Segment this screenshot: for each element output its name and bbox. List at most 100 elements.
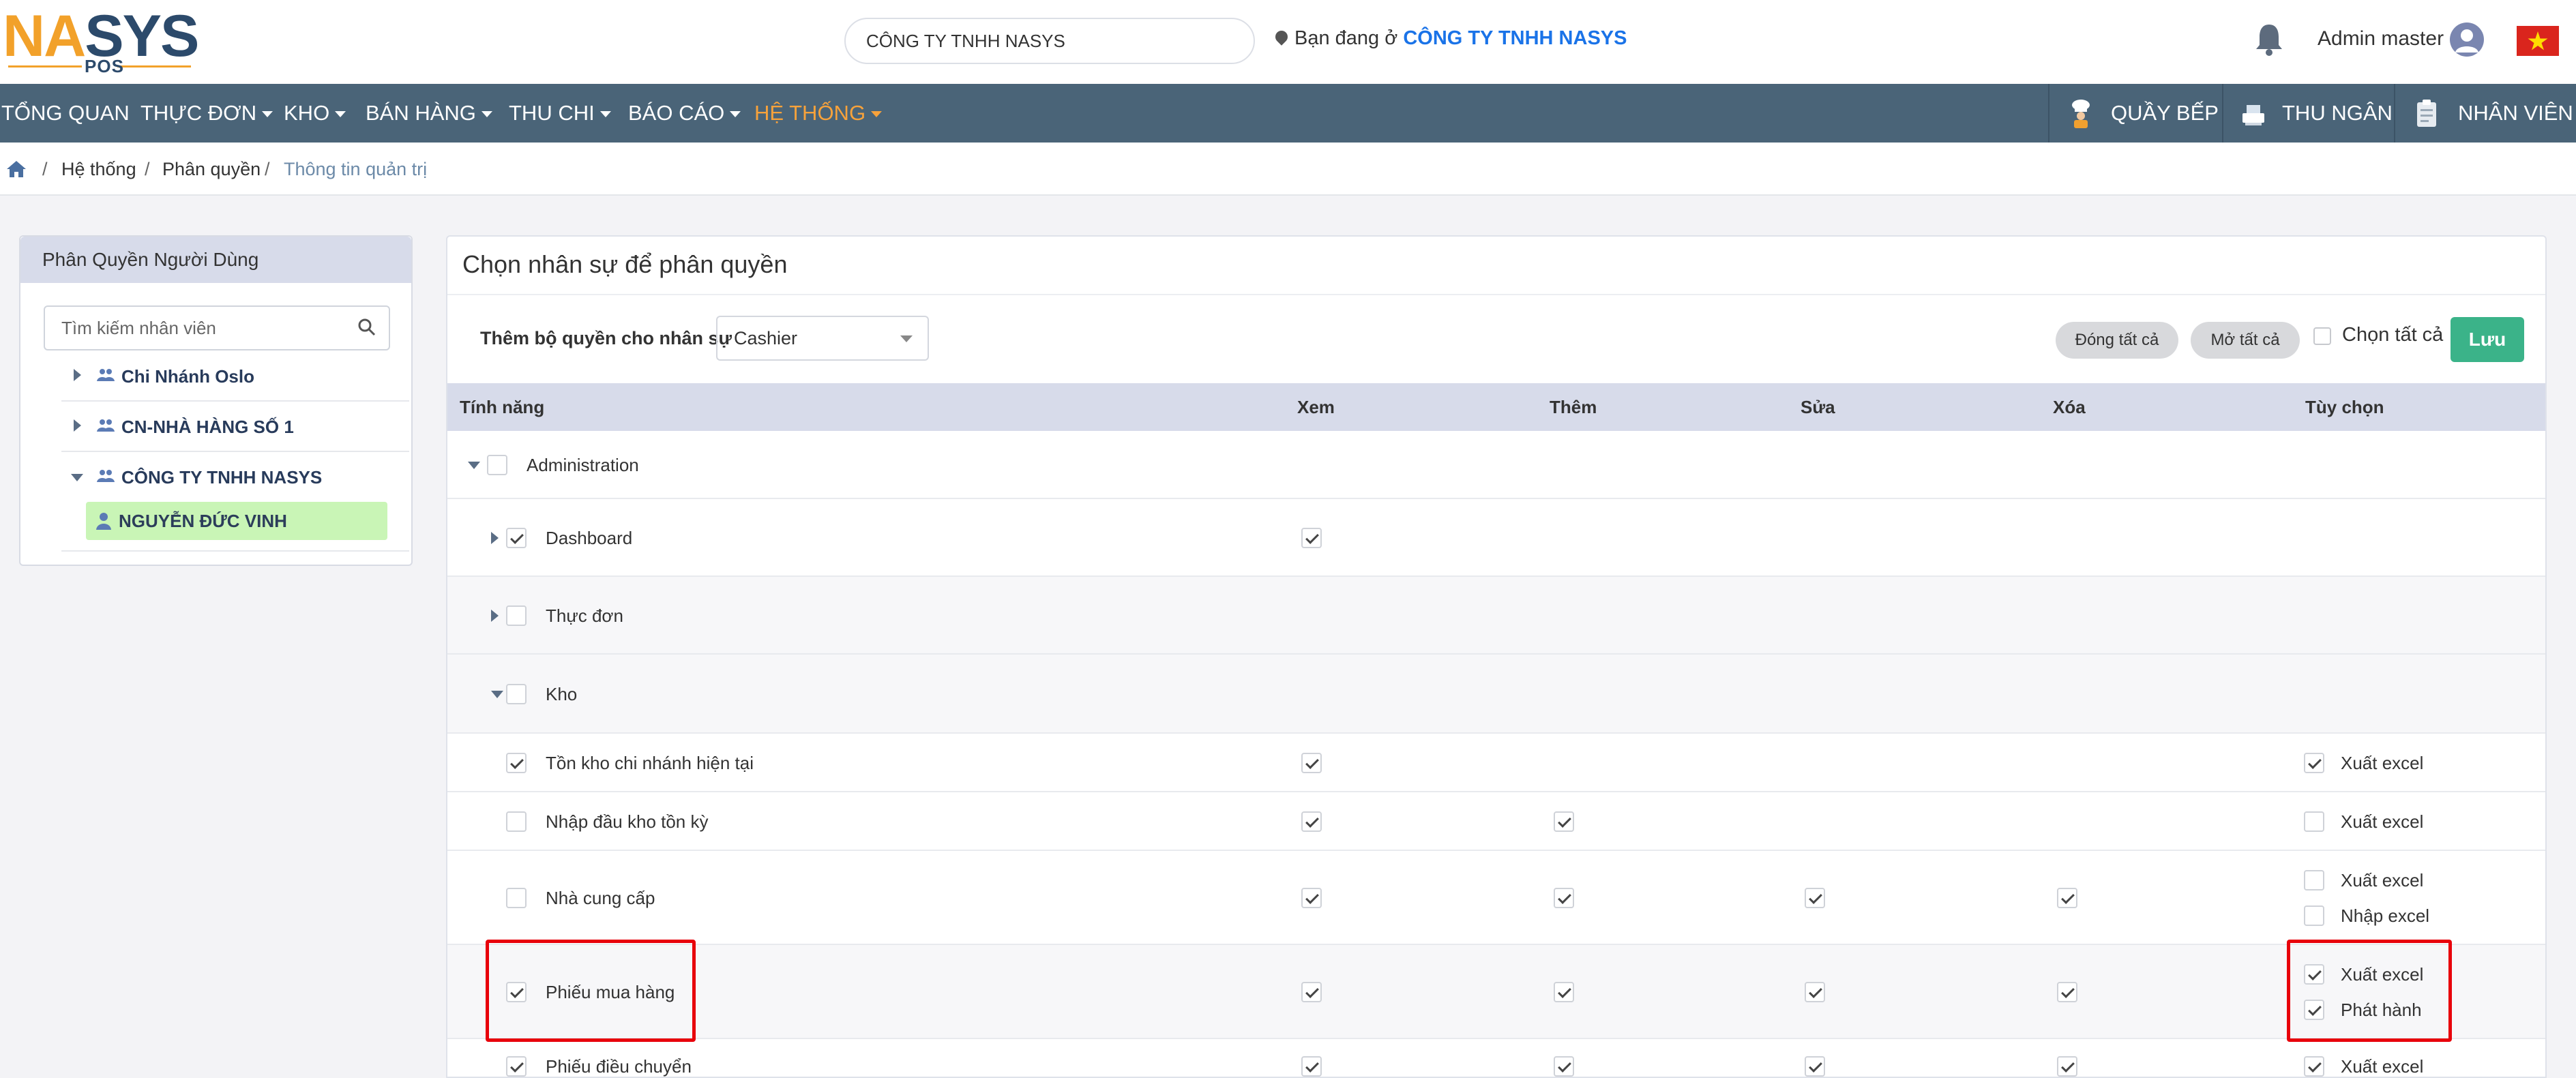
- collapse-arrow-icon[interactable]: [491, 691, 503, 698]
- option-checkbox[interactable]: [2304, 870, 2324, 890]
- expand-all-button[interactable]: Mở tất cả: [2191, 322, 2300, 359]
- option-checkbox[interactable]: [2304, 753, 2324, 773]
- nav-nhan-vien[interactable]: NHÂN VIÊN: [2394, 84, 2576, 143]
- view-checkbox[interactable]: [1301, 528, 1322, 548]
- group-icon: [97, 369, 115, 381]
- breadcrumb: / Hệ thống / Phân quyền / Thông tin quản…: [0, 143, 2576, 196]
- view-checkbox[interactable]: [1301, 982, 1322, 1002]
- caret-down-icon: [730, 111, 741, 117]
- feature-label: Administration: [527, 455, 639, 475]
- role-select[interactable]: Cashier: [716, 316, 929, 361]
- bell-icon[interactable]: [2254, 22, 2284, 56]
- delete-checkbox[interactable]: [2057, 982, 2077, 1002]
- edit-checkbox[interactable]: [1805, 1056, 1825, 1077]
- tree-branch-oslo[interactable]: Chi Nhánh Oslo: [55, 353, 409, 402]
- table-row: Nhà cung cấp Xuất excel Nhập excel: [447, 851, 2545, 945]
- tree-branch-label: Chi Nhánh Oslo: [121, 366, 254, 387]
- breadcrumb-he-thong[interactable]: Hệ thống: [61, 159, 136, 180]
- feature-label: Tồn kho chi nhánh hiện tại: [546, 753, 754, 773]
- add-checkbox[interactable]: [1554, 982, 1574, 1002]
- expand-arrow-icon[interactable]: [74, 369, 81, 381]
- view-checkbox[interactable]: [1301, 888, 1322, 908]
- expand-arrow-icon[interactable]: [491, 532, 499, 544]
- caret-down-icon: [262, 111, 273, 117]
- view-checkbox[interactable]: [1301, 811, 1322, 832]
- nav-label: KHO: [284, 101, 330, 125]
- delete-checkbox[interactable]: [2057, 888, 2077, 908]
- nav-he-thong[interactable]: HỆ THỐNG: [754, 84, 883, 143]
- breadcrumb-separator: /: [42, 159, 48, 179]
- feature-checkbox[interactable]: [487, 455, 507, 475]
- nav-ban-hang[interactable]: BÁN HÀNG: [366, 84, 492, 143]
- tree-user-label: NGUYỄN ĐỨC VINH: [119, 511, 287, 531]
- breadcrumb-separator: /: [145, 159, 150, 179]
- nav-label: THỰC ĐƠN: [140, 101, 257, 125]
- tree-user-nguyen-duc-vinh[interactable]: NGUYỄN ĐỨC VINH: [86, 502, 387, 540]
- feature-label: Kho: [546, 684, 578, 704]
- feature-checkbox[interactable]: [506, 811, 527, 832]
- breadcrumb-separator: /: [265, 159, 270, 179]
- tree-branch-cn-nha-hang-so-1[interactable]: CN-NHÀ HÀNG SỐ 1: [55, 403, 409, 452]
- nav-bao-cao[interactable]: BÁO CÁO: [628, 84, 741, 143]
- home-icon[interactable]: [5, 160, 27, 179]
- nasys-logo[interactable]: NASYS POS: [3, 7, 201, 76]
- option-label: Xuất excel: [2341, 870, 2424, 890]
- main-nav: TỔNG QUAN THỰC ĐƠN KHO BÁN HÀNG THU CHI …: [0, 84, 2576, 143]
- save-button[interactable]: Lưu: [2451, 317, 2524, 362]
- logo-underline-right: [117, 65, 191, 68]
- nav-quay-bep[interactable]: QUẦY BẾP: [2048, 84, 2222, 143]
- group-icon: [97, 470, 115, 482]
- select-all-checkbox[interactable]: [2313, 327, 2331, 345]
- admin-name[interactable]: Admin master: [2318, 27, 2444, 50]
- current-location: Bạn đang ở CÔNG TY TNHH NASYS: [1273, 27, 1627, 50]
- caret-down-icon: [481, 111, 492, 117]
- add-checkbox[interactable]: [1554, 1056, 1574, 1077]
- user-avatar-icon[interactable]: [2450, 23, 2484, 57]
- feature-checkbox[interactable]: [506, 1056, 527, 1077]
- option-checkbox[interactable]: [2304, 905, 2324, 926]
- company-selector[interactable]: CÔNG TY TNHH NASYS: [844, 18, 1255, 64]
- option-checkbox[interactable]: [2304, 811, 2324, 832]
- collapse-arrow-icon[interactable]: [468, 462, 480, 469]
- vietnam-flag-icon[interactable]: [2517, 26, 2559, 56]
- search-icon[interactable]: [357, 318, 376, 337]
- feature-checkbox[interactable]: [506, 888, 527, 908]
- collapse-arrow-icon[interactable]: [71, 474, 83, 481]
- expand-arrow-icon[interactable]: [74, 419, 81, 432]
- feature-label: Thực đơn: [546, 605, 623, 626]
- edit-checkbox[interactable]: [1805, 888, 1825, 908]
- view-checkbox[interactable]: [1301, 753, 1322, 773]
- breadcrumb-phan-quyen[interactable]: Phân quyền: [162, 159, 261, 180]
- highlight-box-feature: [486, 940, 696, 1042]
- feature-checkbox[interactable]: [506, 684, 527, 704]
- col-delete: Xóa: [2053, 397, 2086, 417]
- location-company[interactable]: CÔNG TY TNHH NASYS: [1403, 27, 1627, 49]
- nav-thu-chi[interactable]: THU CHI: [509, 84, 611, 143]
- add-checkbox[interactable]: [1554, 811, 1574, 832]
- feature-checkbox[interactable]: [506, 605, 527, 626]
- feature-checkbox[interactable]: [506, 528, 527, 548]
- feature-checkbox[interactable]: [506, 753, 527, 773]
- caret-down-icon: [871, 111, 883, 117]
- option-label: Xuất excel: [2341, 753, 2424, 773]
- add-checkbox[interactable]: [1554, 888, 1574, 908]
- employee-search-input[interactable]: Tìm kiếm nhân viên: [44, 305, 390, 350]
- table-row: Phiếu mua hàng Xuất excel Phát hành: [447, 945, 2545, 1039]
- nav-thu-ngan[interactable]: THU NGÂN: [2222, 84, 2394, 143]
- nav-right-label: THU NGÂN: [2282, 101, 2393, 125]
- nav-thuc-don[interactable]: THỰC ĐƠN: [140, 84, 273, 143]
- expand-arrow-icon[interactable]: [491, 610, 499, 622]
- edit-checkbox[interactable]: [1805, 982, 1825, 1002]
- option-checkbox[interactable]: [2304, 1056, 2324, 1077]
- tree-branch-cong-ty-tnhh-nasys[interactable]: CÔNG TY TNHH NASYS: [55, 453, 409, 503]
- nav-right-label: NHÂN VIÊN: [2458, 101, 2573, 125]
- nav-label: TỔNG QUAN: [1, 101, 130, 125]
- delete-checkbox[interactable]: [2057, 1056, 2077, 1077]
- collapse-all-button[interactable]: Đóng tất cả: [2056, 322, 2178, 359]
- nav-tong-quan[interactable]: TỔNG QUAN: [1, 84, 130, 143]
- table-row: Nhập đầu kho tồn kỳ Xuất excel: [447, 792, 2545, 851]
- nav-kho[interactable]: KHO: [284, 84, 346, 143]
- view-checkbox[interactable]: [1301, 1056, 1322, 1077]
- page-title: Chọn nhân sự để phân quyền: [462, 250, 788, 278]
- tree-branch-label: CÔNG TY TNHH NASYS: [121, 467, 323, 488]
